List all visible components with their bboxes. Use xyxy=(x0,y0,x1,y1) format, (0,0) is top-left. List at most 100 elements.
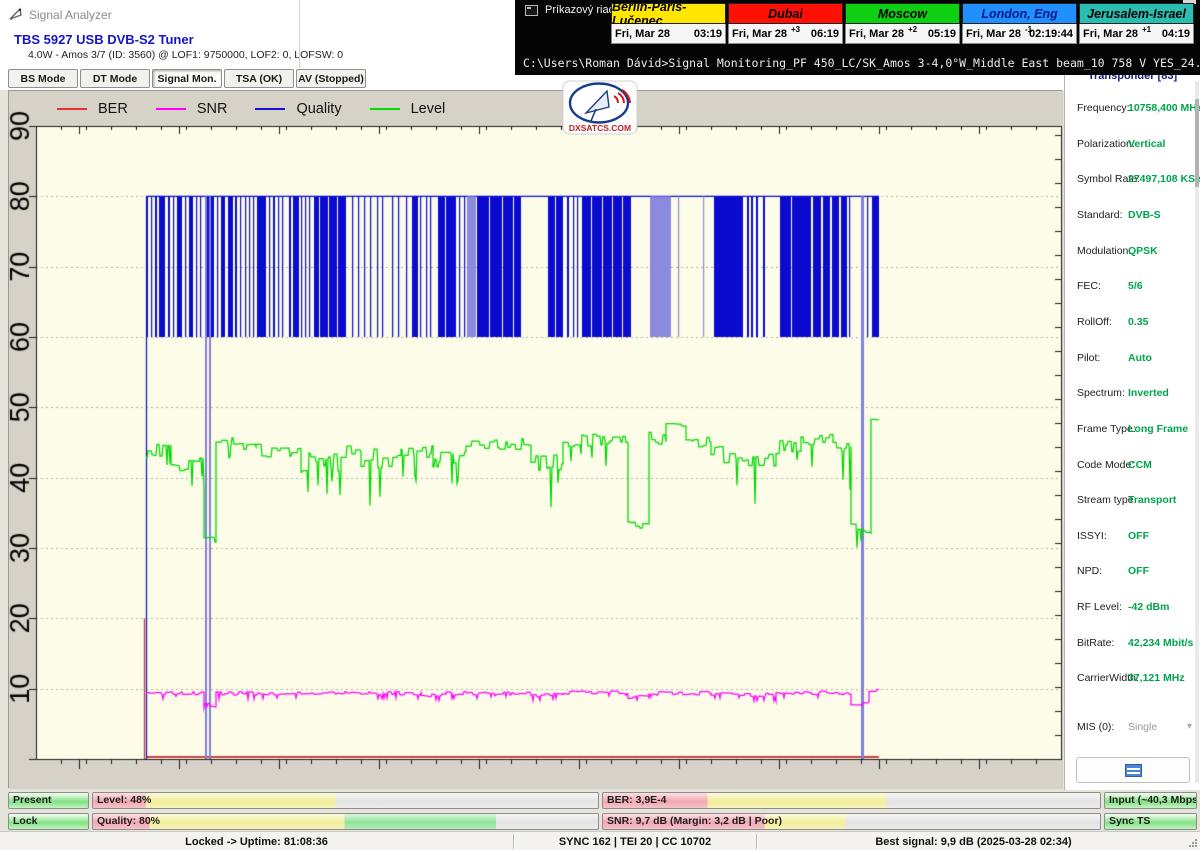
clock-date: Fri, Mar 28 xyxy=(732,28,787,40)
world-clock-strip: Berlin-Paris-Lučenec Fri, Mar 28 03:19 D… xyxy=(611,3,1194,44)
signal-bar: Input (~40,3 Mbps) xyxy=(1104,792,1197,809)
mode-tab[interactable]: BS Mode xyxy=(8,69,78,88)
clock-date: Fri, Mar 28 xyxy=(615,28,670,40)
param-value: OFF xyxy=(1128,565,1149,577)
dxsatcs-logo: DXSATCS.COM xyxy=(562,80,638,135)
param-label: RollOff: xyxy=(1077,316,1112,328)
logo-text: DXSATCS.COM xyxy=(569,123,631,133)
resize-grip-icon[interactable] xyxy=(1189,838,1198,847)
legend-line-swatch xyxy=(156,108,186,110)
transponder-param-row: RF Level: -42 dBm ▾ xyxy=(1065,601,1200,615)
legend-label: BER xyxy=(98,101,128,117)
chart-plot-canvas xyxy=(9,91,1063,789)
mode-tab[interactable]: DT Mode xyxy=(80,69,150,88)
clock-time: 04:19 xyxy=(1162,28,1190,40)
world-clock: Moscow Fri, Mar 28 +2 05:19 xyxy=(845,3,960,44)
world-clock: London, Eng Fri, Mar 28 -1 02:19:44 xyxy=(962,3,1077,44)
legend-line-swatch xyxy=(370,108,400,110)
param-value: DVB-S xyxy=(1128,209,1161,221)
param-value: Auto xyxy=(1128,352,1152,364)
satellite-dish-icon xyxy=(8,7,23,22)
param-value: 0.35 xyxy=(1128,316,1148,328)
param-value: Transport xyxy=(1128,494,1176,506)
param-value: Long Frame xyxy=(1128,423,1188,435)
param-value: 27497,108 KS/s xyxy=(1128,173,1200,185)
transponder-param-row: ISSYI: OFF ▾ xyxy=(1065,530,1200,544)
clock-body: Fri, Mar 28 +3 06:19 xyxy=(728,24,843,44)
bar-label: Lock xyxy=(9,814,88,829)
param-value: Single xyxy=(1128,721,1157,733)
param-label: MIS (0): xyxy=(1077,721,1114,733)
param-value: 37,121 MHz xyxy=(1128,672,1185,684)
param-label: RF Level: xyxy=(1077,601,1122,613)
clock-city-label: Jerusalem-Israel xyxy=(1079,3,1194,24)
tuner-settings: 4.0W - Amos 3/7 (ID: 3560) @ LOF1: 97500… xyxy=(28,49,343,61)
legend-label: Level xyxy=(411,101,446,117)
signal-bar: Lock xyxy=(8,813,89,830)
clock-body: Fri, Mar 28 +2 05:19 xyxy=(845,24,960,44)
tab-label: AV (Stopped) xyxy=(298,73,364,85)
status-bar: Locked -> Uptime: 81:08:36SYNC 162 | TEI… xyxy=(0,831,1200,850)
param-label: ISSYI: xyxy=(1077,530,1107,542)
transponder-param-row: FEC: 5/6 ▾ xyxy=(1065,280,1200,294)
status-divider xyxy=(756,834,757,849)
sidebar-tool-button[interactable] xyxy=(1076,757,1190,783)
param-value: 42,234 Mbit/s xyxy=(1128,637,1193,649)
transponder-param-row: Polarization: Vertical ▾ xyxy=(1065,138,1200,152)
transponder-param-row: Symbol Rate: 27497,108 KS/s ▾ xyxy=(1065,173,1200,187)
console-icon xyxy=(525,5,538,16)
tab-label: Signal Mon. xyxy=(158,73,217,85)
param-label: Modulation: xyxy=(1077,245,1131,257)
legend-item: Quality xyxy=(255,101,341,117)
status-text: Locked -> Uptime: 81:08:36 xyxy=(185,836,328,848)
transponder-param-row: Spectrum: Inverted ▾ xyxy=(1065,387,1200,401)
scrollbar-thumb[interactable] xyxy=(1195,99,1199,187)
bar-label: Present xyxy=(9,793,88,808)
status-segment: Locked -> Uptime: 81:08:36 xyxy=(0,832,513,850)
status-text: Best signal: 9,9 dB (2025-03-28 02:34) xyxy=(875,836,1071,848)
legend-label: Quality xyxy=(296,101,341,117)
bar-label: Sync TS xyxy=(1105,814,1196,829)
mode-tab[interactable]: TSA (OK) xyxy=(224,69,294,88)
list-icon xyxy=(1125,764,1142,777)
clock-time: 06:19 xyxy=(811,28,839,40)
mode-tab[interactable]: Signal Mon. xyxy=(152,69,222,88)
chevron-down-icon[interactable]: ▾ xyxy=(1187,721,1192,732)
sidebar-scrollbar[interactable] xyxy=(1195,81,1199,783)
signal-bar: SNR: 9,7 dB (Margin: 3,2 dB | Poor) xyxy=(602,813,1101,830)
signal-bar: Level: 48% xyxy=(92,792,599,809)
param-label: Standard: xyxy=(1077,209,1123,221)
transponder-param-row: Frame Type: Long Frame ▾ xyxy=(1065,423,1200,437)
legend-line-swatch xyxy=(57,108,87,110)
clock-date: Fri, Mar 28 xyxy=(1083,28,1138,40)
mode-tab-strip: BS ModeDT Mode Signal Mon. TSA (OK) AV (Sto… xyxy=(8,69,366,88)
chart-legend: BER SNR Quality Level xyxy=(57,93,473,125)
clock-time: 03:19 xyxy=(694,28,722,40)
param-label: Spectrum: xyxy=(1077,387,1125,399)
param-label: NPD: xyxy=(1077,565,1102,577)
clock-city-label: Moscow xyxy=(845,3,960,24)
transponder-param-row: Frequency: 10758,400 MHz ▾ xyxy=(1065,102,1200,116)
world-clock: Berlin-Paris-Lučenec Fri, Mar 28 03:19 xyxy=(611,3,726,44)
clock-body: Fri, Mar 28 -1 02:19:44 xyxy=(962,24,1077,44)
window-title-row[interactable]: Signal Analyzer xyxy=(8,7,112,22)
param-value: OFF xyxy=(1128,530,1149,542)
command-line-text[interactable]: C:\Users\Roman Dávid>Signal Monitoring_P… xyxy=(523,56,1200,70)
param-label: Frequency: xyxy=(1077,102,1130,114)
command-prompt-window: Príkazový riadok Berlin-Paris-Lučenec Fr… xyxy=(515,0,1200,75)
param-label: Frame Type: xyxy=(1077,423,1136,435)
transponder-param-row: MIS (0): Single ▾ xyxy=(1065,721,1200,735)
mode-tab[interactable]: AV (Stopped) xyxy=(296,69,366,88)
clock-city-label: London, Eng xyxy=(962,3,1077,24)
param-value: 5/6 xyxy=(1128,280,1143,292)
transponder-param-row: Stream type: Transport ▾ xyxy=(1065,494,1200,508)
antenna-info-block xyxy=(299,1,515,68)
status-divider xyxy=(513,834,514,849)
transponder-param-row: RollOff: 0.35 ▾ xyxy=(1065,316,1200,330)
legend-item: Level xyxy=(370,101,446,117)
transponder-param-row: Modulation: QPSK ▾ xyxy=(1065,245,1200,259)
bar-label: BER: 3,9E-4 xyxy=(603,793,1100,808)
clock-utc-offset: +2 xyxy=(908,25,917,34)
bar-label: Level: 48% xyxy=(93,793,598,808)
transponder-param-row: Standard: DVB-S ▾ xyxy=(1065,209,1200,223)
